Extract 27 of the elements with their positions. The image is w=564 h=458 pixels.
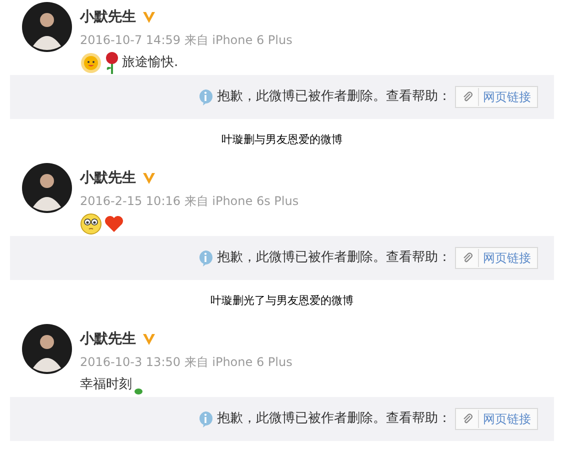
post-text: 旅途愉快. [122, 54, 178, 72]
info-icon [198, 88, 213, 106]
info-icon [198, 410, 213, 428]
paperclip-icon [462, 252, 474, 264]
deleted-message: 抱歉，此微博已被作者删除。查看帮助： [217, 249, 451, 268]
avatar[interactable] [22, 163, 72, 213]
deleted-message: 抱歉，此微博已被作者删除。查看帮助： [217, 410, 451, 428]
caption: 叶璇删光了与男友恩爱的微博 [210, 292, 354, 309]
deleted-message: 抱歉，此微博已被作者删除。查看帮助： [217, 88, 451, 106]
paperclip-icon [462, 91, 474, 103]
post-meta: 2016-10-3 13:50 来自 iPhone 6 Plus [80, 354, 292, 371]
author-name[interactable]: 小默先生 [80, 329, 136, 350]
caption: 叶璇删与男友恩爱的微博 [222, 132, 342, 148]
shy-face-icon [80, 213, 102, 235]
paperclip-icon [462, 413, 474, 425]
avatar[interactable] [22, 324, 72, 374]
leaf-icon [134, 388, 143, 395]
author-name[interactable]: 小默先生 [80, 7, 136, 28]
info-icon [198, 250, 213, 266]
heart-icon [104, 215, 124, 233]
post-meta: 2016-2-15 10:16 来自 iPhone 6s Plus [80, 193, 299, 210]
rose-icon [104, 51, 120, 75]
post-text: 幸福时刻 [80, 376, 132, 394]
sun-emoji-icon [80, 52, 102, 74]
author-name[interactable]: 小默先生 [80, 168, 136, 189]
post-meta: 2016-10-7 14:59 来自 iPhone 6 Plus [80, 32, 292, 49]
avatar[interactable] [22, 2, 72, 52]
